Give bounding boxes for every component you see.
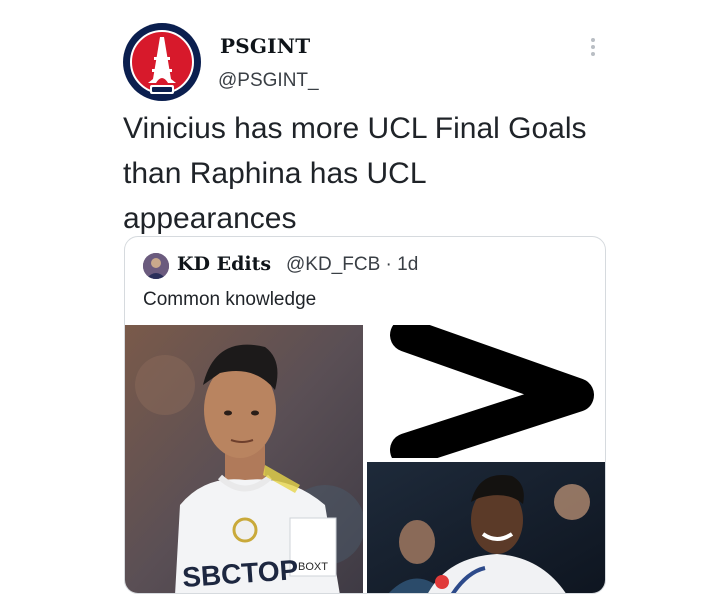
quoted-media-left-photo[interactable]: BOXT SBCTOP — [125, 325, 363, 593]
psg-crest-icon — [124, 24, 200, 100]
quoted-media-greater-than[interactable] — [367, 325, 605, 458]
quoted-tweet-time[interactable]: 1d — [397, 254, 418, 275]
tweet: PSGINT @PSGINT_ Vinicius has more UCL Fi… — [0, 0, 719, 599]
quoted-author-avatar[interactable] — [143, 253, 169, 279]
user-avatar-icon — [143, 253, 169, 279]
author-avatar[interactable] — [123, 23, 201, 101]
quoted-tweet-text: Common knowledge — [143, 289, 317, 310]
quoted-author-handle[interactable]: @KD_FCB — [286, 254, 380, 275]
quoted-media-right-photo[interactable] — [367, 462, 605, 593]
meta-separator: · — [380, 254, 398, 275]
author-handle[interactable]: @PSGINT_ — [218, 70, 319, 92]
shirt-badge-text: BOXT — [298, 561, 328, 573]
author-display-name[interactable]: PSGINT — [220, 34, 310, 58]
quoted-author-meta[interactable]: @KD_FCB · 1d — [286, 254, 418, 276]
quoted-author-display-name[interactable]: KD Edits — [177, 253, 271, 275]
tweet-text: Vinicius has more UCL Final Goals than R… — [123, 112, 587, 235]
quoted-tweet-card[interactable]: KD Edits @KD_FCB · 1d Common knowledge B… — [124, 236, 606, 594]
player-photo-icon — [367, 462, 605, 593]
more-vertical-icon[interactable] — [582, 36, 604, 58]
